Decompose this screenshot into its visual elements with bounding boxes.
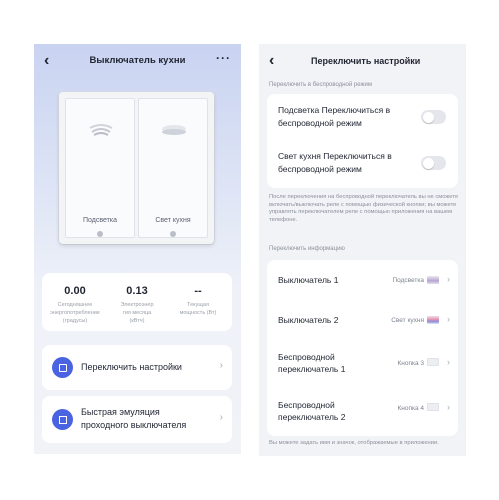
- toggle-label: Свет кухня Переключиться в беспроводной …: [278, 151, 392, 174]
- stat-today: 0.00 Сегодняшнее энергопотребление (град…: [50, 285, 100, 324]
- info-value: Кнопка 3: [397, 360, 424, 367]
- indicator-dot: [97, 231, 103, 237]
- button-thumbnail-icon: [427, 358, 439, 366]
- info-name: Выключатель 2: [278, 315, 339, 325]
- chevron-right-icon: ›: [219, 360, 223, 371]
- chevron-right-icon: ›: [447, 357, 450, 367]
- info-row-wireless-1[interactable]: Беспроводной переключатель 1 Кнопка 3 ›: [267, 340, 458, 388]
- info-name: Выключатель 1: [278, 275, 339, 285]
- info-name: Беспроводной переключатель 2: [278, 400, 346, 422]
- light-thumbnail-icon: [427, 276, 439, 284]
- switch-info-card: Выключатель 1 Подсветка › Выключатель 2 …: [267, 260, 458, 436]
- info-value: Свет кухня: [391, 317, 424, 324]
- ceiling-light-icon: [89, 124, 113, 136]
- switch-illustration: Подсветка Свет кухня: [59, 92, 214, 244]
- energy-stats-card: 0.00 Сегодняшнее энергопотребление (град…: [42, 273, 232, 331]
- toggle-knob: [422, 111, 434, 123]
- menu-quick-emulation[interactable]: Быстрая эмуляция проходного выключателя …: [42, 396, 232, 443]
- info-value: Подсветка: [392, 277, 424, 284]
- gang-label: Свет кухня: [155, 217, 191, 224]
- indicator-dot: [170, 231, 176, 237]
- toggle-knob: [422, 157, 434, 169]
- toggle-label: Подсветка Переключиться в беспроводной р…: [278, 105, 391, 128]
- page-title: Выключатель кухни: [89, 55, 186, 66]
- gang-label: Подсветка: [83, 217, 117, 224]
- menu-switch-settings[interactable]: Переключить настройки ›: [42, 345, 232, 390]
- menu-label: Переключить настройки: [81, 362, 182, 372]
- more-options-icon[interactable]: ···: [216, 51, 231, 65]
- light-thumbnail-icon: [427, 316, 439, 324]
- top-bar: ‹ Переключить настройки: [259, 50, 466, 74]
- toggle-row-kitchen: Свет кухня Переключиться в беспроводной …: [267, 140, 458, 188]
- toggle-row-backlight: Подсветка Переключиться в беспроводной р…: [267, 94, 458, 142]
- info-row-switch-2[interactable]: Выключатель 2 Свет кухня ›: [267, 300, 458, 340]
- chevron-right-icon: ›: [447, 274, 450, 284]
- chevron-right-icon: ›: [447, 314, 450, 324]
- info-row-wireless-2[interactable]: Беспроводной переключатель 2 Кнопка 4 ›: [267, 388, 458, 436]
- switch-panel-icon: [52, 409, 73, 430]
- wireless-toggle-2[interactable]: [421, 156, 446, 170]
- gang-button-1[interactable]: Подсветка: [65, 98, 135, 238]
- top-bar: ‹ Выключатель кухни ···: [34, 50, 241, 74]
- ceiling-light-icon: [162, 125, 186, 135]
- stat-power: -- Текущая мощность (Вт): [179, 285, 217, 316]
- stat-month: 0.13 Электроэнер гия месяца (кВтч): [120, 285, 154, 324]
- settings-square-icon: [52, 357, 73, 378]
- button-thumbnail-icon: [427, 403, 439, 411]
- device-screen: ‹ Выключатель кухни ··· Подсветка Свет к…: [34, 44, 241, 454]
- section-label-wireless: Переключить в беспроводной режим: [269, 82, 372, 88]
- info-row-switch-1[interactable]: Выключатель 1 Подсветка ›: [267, 260, 458, 300]
- chevron-right-icon: ›: [219, 412, 223, 423]
- gang-button-2[interactable]: Свет кухня: [138, 98, 208, 238]
- section-label-info: Переключить информацию: [269, 246, 345, 252]
- chevron-right-icon: ›: [447, 402, 450, 412]
- menu-label: Быстрая эмуляция проходного выключателя: [81, 407, 187, 430]
- page-title: Переключить настройки: [311, 56, 421, 66]
- info-value: Кнопка 4: [397, 405, 424, 412]
- back-chevron-icon[interactable]: ‹: [269, 52, 274, 70]
- info-name: Беспроводной переключатель 1: [278, 352, 346, 374]
- footer-note: Вы можете задать имя и значок, отображае…: [269, 440, 439, 446]
- wireless-toggles-card: Подсветка Переключиться в беспроводной р…: [267, 94, 458, 188]
- settings-screen: ‹ Переключить настройки Переключить в бе…: [259, 44, 466, 456]
- wireless-note: После переключения на беспроводной перек…: [269, 194, 459, 223]
- wireless-toggle-1[interactable]: [421, 110, 446, 124]
